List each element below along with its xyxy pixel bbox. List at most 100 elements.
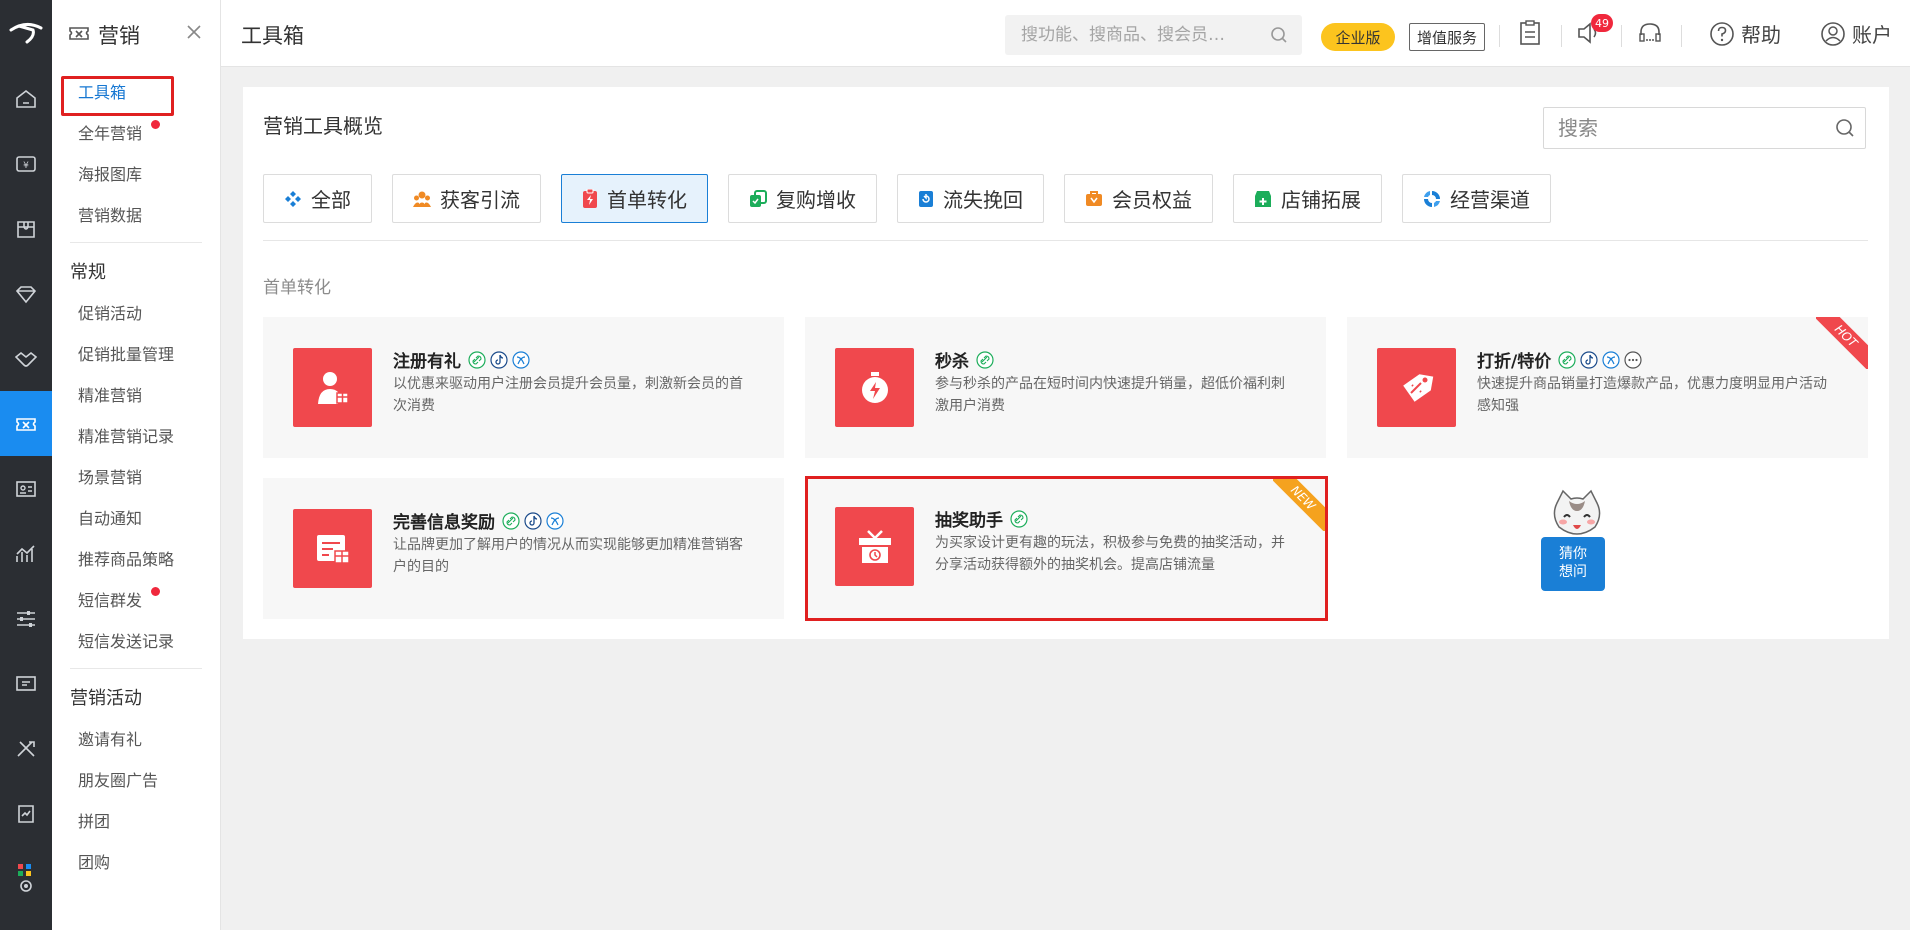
discount-tag-icon: [1377, 348, 1456, 427]
marketing-icon: [68, 23, 90, 47]
tab-store-expansion[interactable]: 店铺拓展: [1233, 174, 1382, 223]
sidebar-item[interactable]: 自动通知: [52, 496, 220, 537]
question-circle-icon: [1710, 21, 1734, 46]
cat-mascot-icon: [1553, 489, 1601, 535]
handshake-icon[interactable]: [0, 326, 52, 391]
sidebar-item[interactable]: 团购: [52, 840, 220, 881]
link-channel-icon: [468, 350, 486, 369]
sidebar-item[interactable]: 短信发送记录: [52, 619, 220, 660]
wechat-channel-icon: [546, 511, 564, 530]
tool-search-input[interactable]: [1558, 116, 1818, 140]
sidebar-item[interactable]: 促销批量管理: [52, 332, 220, 373]
grid-diamond-icon: [284, 190, 302, 208]
assistant-mascot[interactable]: 猜你想问: [1539, 487, 1619, 595]
divider: [1681, 25, 1682, 47]
tools-icon[interactable]: [0, 716, 52, 781]
account-link[interactable]: 账户: [1820, 19, 1892, 48]
unread-dot: [151, 120, 161, 129]
tab-first-order[interactable]: 首单转化: [561, 174, 708, 223]
more-icon[interactable]: [1624, 350, 1642, 369]
help-label: 帮助: [1741, 23, 1781, 47]
report-icon[interactable]: [0, 781, 52, 846]
member-bag-icon: [1085, 190, 1103, 207]
sidebar-item[interactable]: 促销活动: [52, 291, 220, 332]
tab-operating-channels[interactable]: 经营渠道: [1402, 174, 1551, 223]
card-description: 参与秒杀的产品在短时间内快速提升销量，超低价福利刺激用户消费: [935, 376, 1285, 414]
tab-churn-recovery[interactable]: 流失挽回: [897, 174, 1044, 223]
channel-icon: [1423, 190, 1441, 208]
repurchase-icon: [749, 189, 767, 208]
contact-card-icon[interactable]: [0, 456, 52, 521]
toolbox-panel: 营销工具概览 全部 获客引流 首单转化 复购增收 流失挽回 会员权益: [243, 87, 1889, 639]
section-divider: [263, 240, 1868, 241]
sidebar-item[interactable]: 朋友圈广告: [52, 758, 220, 799]
divider: [1621, 25, 1622, 47]
search-icon[interactable]: [1270, 26, 1288, 48]
unread-dot: [151, 587, 161, 596]
clipboard-icon[interactable]: [1518, 20, 1542, 50]
global-search-input[interactable]: [1021, 25, 1251, 45]
sidebar-group-title: 常规: [70, 262, 106, 283]
tiktok-icon: [490, 350, 508, 369]
sidebar-item[interactable]: 拼团: [52, 799, 220, 840]
wechat-channel-icon: [1602, 350, 1620, 369]
sidebar-item[interactable]: 推荐商品策略: [52, 537, 220, 578]
sidebar-item[interactable]: 场景营销: [52, 455, 220, 496]
tiktok-icon: [524, 511, 542, 530]
home-icon[interactable]: [0, 66, 52, 131]
wechat-channel-icon: [512, 350, 530, 369]
sidebar-item[interactable]: 邀请有礼: [52, 717, 220, 758]
card-title: 注册有礼: [393, 347, 534, 372]
page-title: 工具箱: [241, 24, 304, 48]
sidebar-item-sms[interactable]: 短信群发: [52, 578, 220, 619]
coupon-icon[interactable]: [0, 651, 52, 716]
sidebar-item-marketing-data[interactable]: 营销数据: [52, 193, 220, 234]
money-icon[interactable]: ¥: [0, 131, 52, 196]
tab-repurchase[interactable]: 复购增收: [728, 174, 877, 223]
card-description: 快速提升商品销量打造爆款产品，优惠力度明显用户活动感知强: [1477, 376, 1827, 414]
link-channel-icon: [976, 350, 994, 369]
value-added-button[interactable]: 增值服务: [1409, 23, 1485, 51]
headset-icon[interactable]: [1637, 20, 1663, 50]
enterprise-badge[interactable]: 企业版: [1321, 23, 1395, 51]
user-circle-icon: [1821, 21, 1845, 46]
info-reward-icon: [293, 509, 372, 588]
tab-all[interactable]: 全部: [263, 174, 372, 223]
link-channel-icon: [502, 511, 520, 530]
sidebar-item-annual-marketing[interactable]: 全年营销: [52, 111, 220, 152]
secondary-sidebar: 营销 工具箱 全年营销 海报图库 营销数据 常规 促销活动 促销批量管理 精准营…: [52, 0, 221, 930]
sidebar-item-toolbox[interactable]: 工具箱: [52, 70, 220, 116]
sidebar-title: 营销: [98, 24, 140, 48]
tiktok-icon: [1580, 350, 1598, 369]
search-icon[interactable]: [1835, 118, 1855, 142]
global-search: [1005, 15, 1302, 55]
sidebar-item-poster-library[interactable]: 海报图库: [52, 152, 220, 193]
sidebar-group-title: 营销活动: [70, 688, 142, 709]
tool-card-lottery[interactable]: 抽奖助手 为买家设计更有趣的玩法，积极参与免费的抽奖活动，并分享活动获得额外的抽…: [805, 476, 1328, 621]
diamond-icon[interactable]: [0, 261, 52, 326]
sidebar-divider: [70, 242, 202, 243]
new-ribbon: NEW: [1273, 479, 1325, 531]
tool-card-register-gift[interactable]: 注册有礼 以优惠来驱动用户注册会员提升会员量，刺激新会员的首次消费: [263, 317, 784, 458]
tool-card-info-reward[interactable]: 完善信息奖励 让品牌更加了解用户的情况从而实现能够更加精准营销客户的目的: [263, 478, 784, 619]
analytics-icon[interactable]: [0, 521, 52, 586]
sidebar-header: 营销: [52, 0, 220, 70]
tab-acquisition[interactable]: 获客引流: [392, 174, 541, 223]
sliders-icon[interactable]: [0, 586, 52, 651]
tab-member-benefits[interactable]: 会员权益: [1064, 174, 1213, 223]
tool-card-discount[interactable]: 打折/特价 快速提升商品销量打造爆款产品，优惠力度明显用户活动感知强 HOT: [1347, 317, 1868, 458]
settings-icon[interactable]: [0, 846, 52, 911]
card-title: 秒杀: [935, 347, 998, 372]
divider: [1561, 25, 1562, 47]
logo-icon[interactable]: [0, 0, 52, 66]
sidebar-item[interactable]: 精准营销: [52, 373, 220, 414]
shop-plus-icon: [1254, 190, 1272, 208]
marketing-icon[interactable]: [0, 391, 52, 456]
sidebar-item[interactable]: 精准营销记录: [52, 414, 220, 455]
hot-ribbon: HOT: [1816, 317, 1868, 369]
tool-card-flash-sale[interactable]: 秒杀 参与秒杀的产品在短时间内快速提升销量，超低价福利刺激用户消费: [805, 317, 1326, 458]
close-icon[interactable]: [186, 24, 202, 44]
help-link[interactable]: 帮助: [1709, 19, 1781, 48]
clipboard-bolt-icon: [582, 189, 598, 208]
store-icon[interactable]: [0, 196, 52, 261]
